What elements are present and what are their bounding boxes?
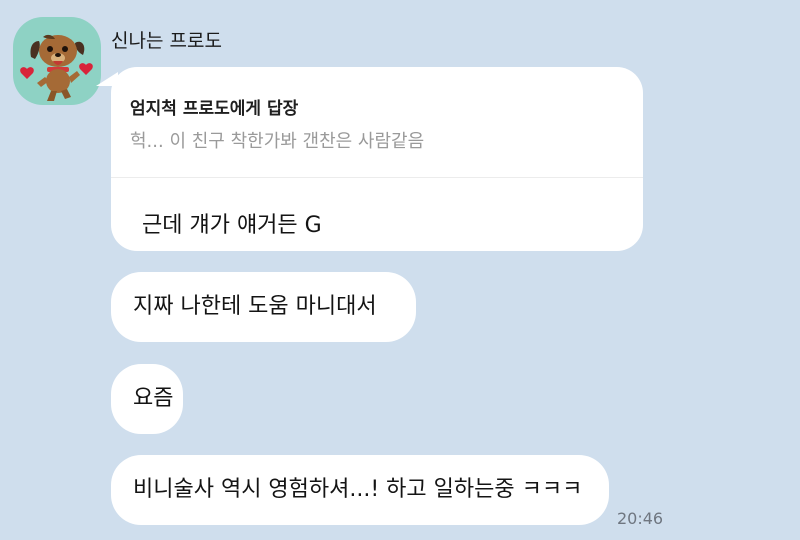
sender-name: 신나는 프로도 <box>111 30 222 52</box>
reply-header: 엄지척 프로도에게 답장 <box>130 99 299 119</box>
reply-message-bubble[interactable]: 엄지척 프로도에게 답장 헉... 이 친구 착한가봐 갠찬은 사람같음 근데 … <box>111 67 643 251</box>
sender-avatar[interactable] <box>13 17 101 105</box>
quoted-message[interactable]: 헉... 이 친구 착한가봐 갠찬은 사람같음 <box>130 127 424 153</box>
frodo-dog-avatar-icon <box>20 34 93 101</box>
message-bubble[interactable]: 지짜 나한테 도움 마니대서 <box>111 272 416 342</box>
message-bubble[interactable]: 요즘 <box>111 364 183 434</box>
message-timestamp: 20:46 <box>617 509 664 528</box>
message-bubble[interactable]: 비니술사 역시 영험하셔...! 하고 일하는중 ㅋㅋㅋ <box>111 455 609 525</box>
reply-message-text: 근데 걔가 얘거든 G <box>142 213 322 238</box>
reply-divider <box>111 177 643 178</box>
